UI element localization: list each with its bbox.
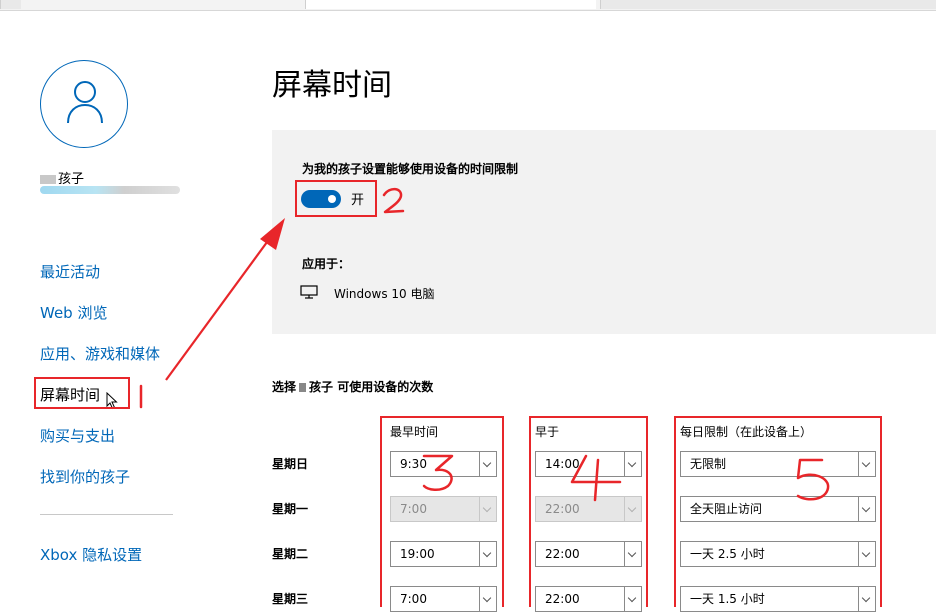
handwritten-step-numbers <box>139 187 830 502</box>
step-5-mark <box>796 458 830 501</box>
step-4-mark <box>570 454 622 502</box>
step-3-mark <box>422 454 454 491</box>
step-2-mark <box>382 187 405 214</box>
